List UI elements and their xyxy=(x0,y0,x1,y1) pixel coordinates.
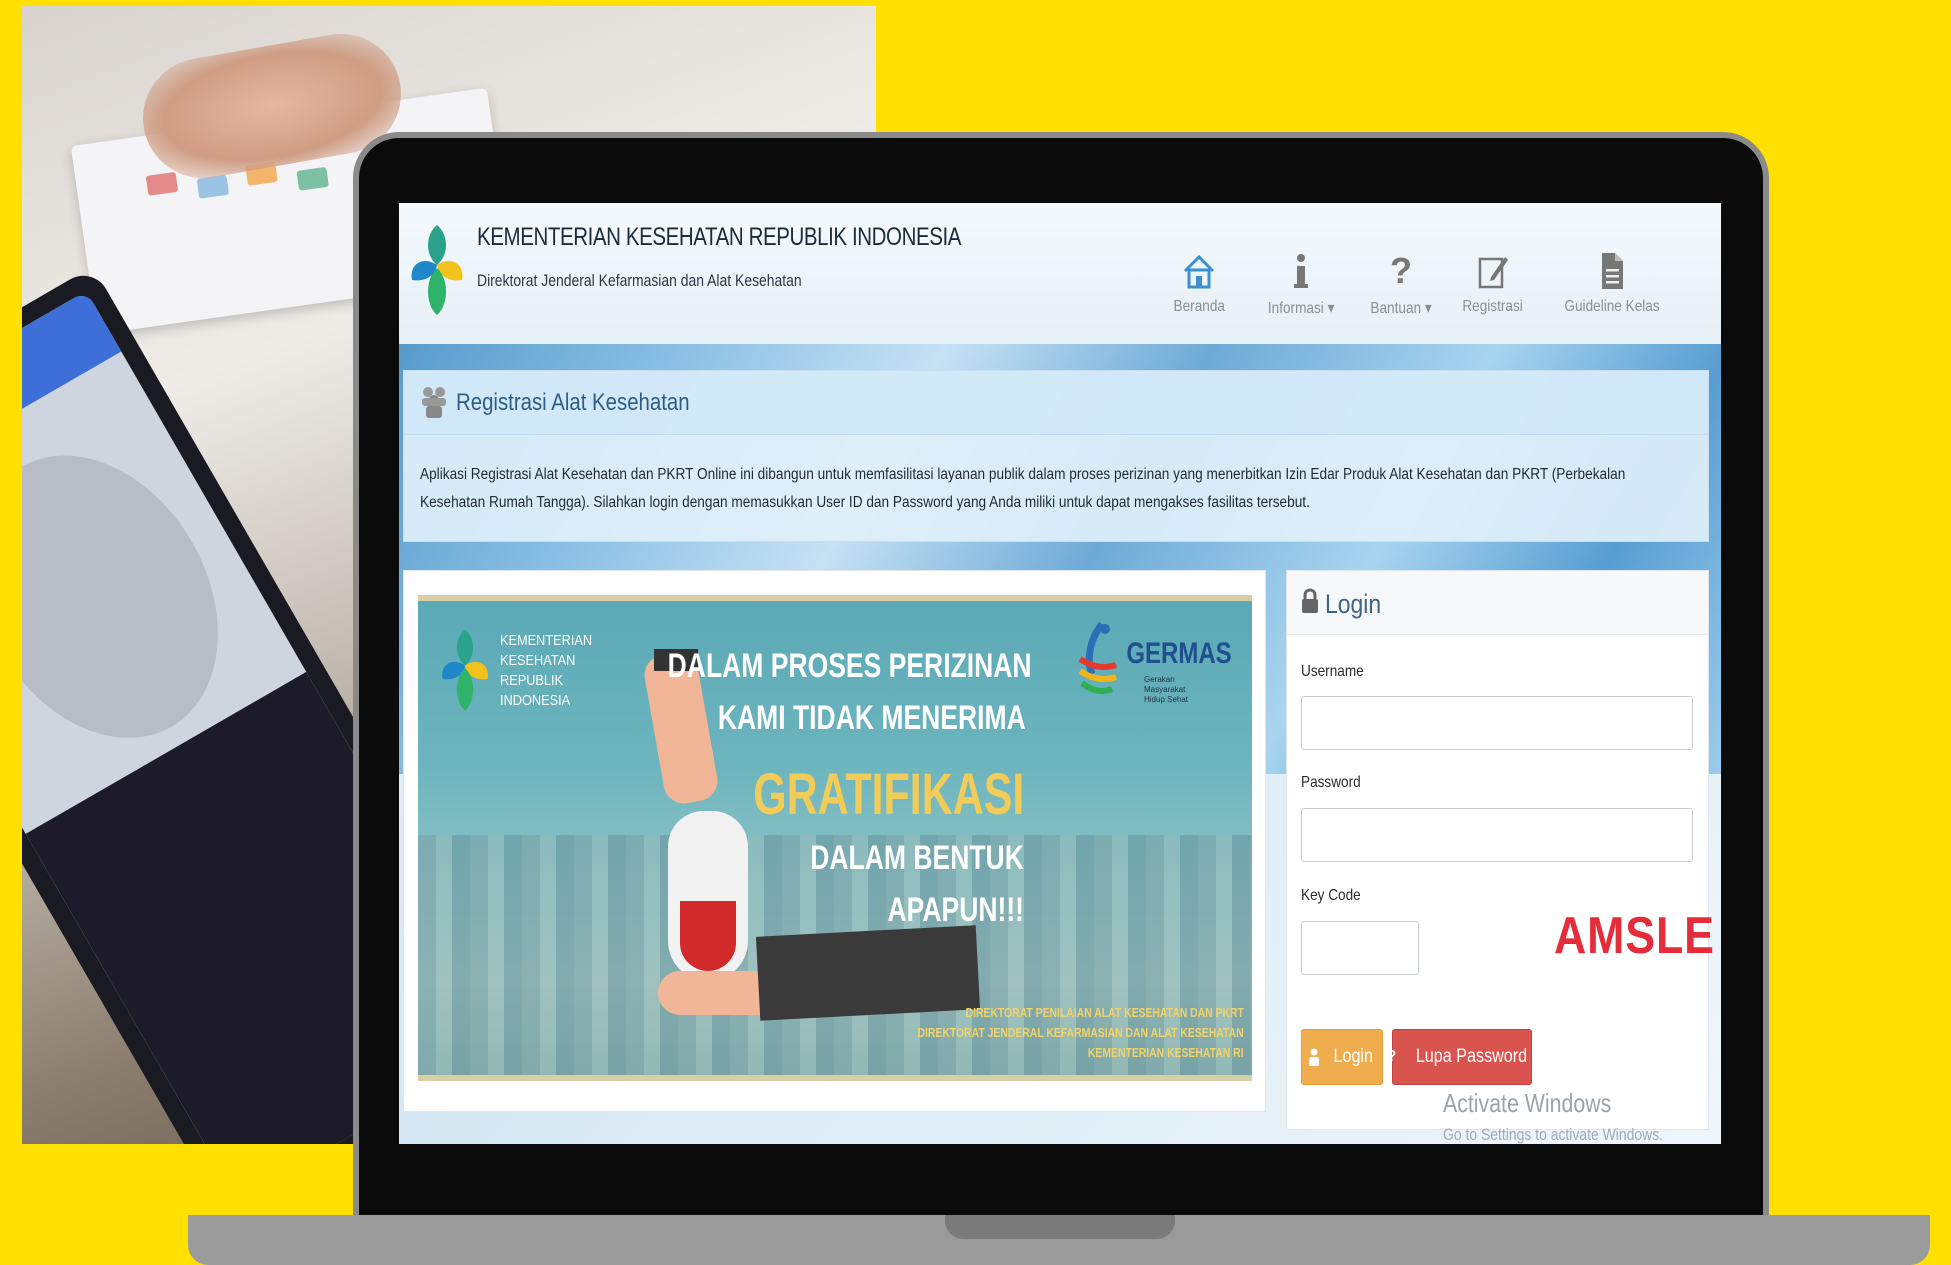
org-subtitle: Direktorat Jenderal Kefarmasian dan Alat… xyxy=(477,271,802,290)
user-icon xyxy=(1308,1048,1319,1066)
keycode-label: Key Code xyxy=(1301,887,1361,904)
poster-line-3: GRATIFIKASI xyxy=(752,762,1024,827)
forgot-password-label: Lupa Password xyxy=(1416,1046,1528,1067)
keycode-input[interactable] xyxy=(1301,921,1419,975)
windows-watermark-title: Activate Windows xyxy=(1443,1088,1612,1118)
login-title: Login xyxy=(1325,589,1382,619)
nav-guideline-label: Guideline Kelas xyxy=(1564,298,1660,315)
poster-footer-3: KEMENTERIAN KESEHATAN RI xyxy=(1088,1045,1244,1060)
intro-text: Aplikasi Registrasi Alat Kesehatan dan P… xyxy=(420,466,1626,511)
home-icon xyxy=(1184,254,1215,289)
org-title: KEMENTERIAN KESEHATAN REPUBLIK INDONESIA xyxy=(477,223,962,251)
nav-help-label: Bantuan ▾ xyxy=(1370,300,1432,317)
nav-info[interactable]: Informasi ▾ xyxy=(1262,248,1340,318)
forgot-password-button[interactable]: ? Lupa Password xyxy=(1387,1029,1532,1085)
poster-line-2: KAMI TIDAK MENERIMA xyxy=(718,699,1026,737)
intro-panel: Registrasi Alat Kesehatan Aplikasi Regis… xyxy=(403,370,1709,542)
nav-help[interactable]: ? Bantuan ▾ xyxy=(1365,248,1437,318)
germas-title: GERMAS xyxy=(1126,637,1232,670)
money-sack-red xyxy=(680,901,736,971)
poster-ministry-name: KEMENTERIAN KESEHATAN REPUBLIK INDONESIA xyxy=(500,632,593,709)
page-title: Registrasi Alat Kesehatan xyxy=(456,389,690,416)
question-icon: ? xyxy=(1387,1048,1396,1065)
nav-home[interactable]: Beranda xyxy=(1169,248,1230,316)
captcha-image: AMSLE xyxy=(1554,907,1715,965)
nav-register-label: Registrasi xyxy=(1462,298,1523,315)
poster-line-4: DALAM BENTUK xyxy=(810,839,1024,877)
intro-header: Registrasi Alat Kesehatan xyxy=(404,371,1708,435)
poster-line-5: APAPUN!!! xyxy=(887,891,1024,929)
document-icon xyxy=(1602,253,1624,289)
kemenkes-poster-logo xyxy=(442,629,488,711)
anti-gratification-poster: KEMENTERIAN KESEHATAN REPUBLIK INDONESIA… xyxy=(418,595,1252,1081)
kemenkes-logo xyxy=(411,225,463,315)
password-input[interactable] xyxy=(1301,808,1693,862)
nav-register[interactable]: Registrasi xyxy=(1457,248,1528,316)
username-input[interactable] xyxy=(1301,696,1693,750)
poster-footer-1: DIREKTORAT PENILAIAN ALAT KESEHATAN DAN … xyxy=(965,1005,1244,1020)
windows-watermark-subtitle: Go to Settings to activate Windows. xyxy=(1443,1125,1664,1144)
users-icon xyxy=(422,387,446,418)
sleeve-image xyxy=(755,925,981,1021)
laptop-notch xyxy=(945,1215,1175,1239)
login-button-label: Login xyxy=(1333,1046,1373,1067)
login-panel: Login Username Password Key Code AMSLE L… xyxy=(1286,570,1714,1130)
poster-line-1: DALAM PROSES PERIZINAN xyxy=(668,647,1032,685)
app-header: KEMENTERIAN KESEHATAN REPUBLIK INDONESIA… xyxy=(399,203,1721,344)
poster-container: KEMENTERIAN KESEHATAN REPUBLIK INDONESIA… xyxy=(403,570,1266,1112)
login-button[interactable]: Login xyxy=(1301,1029,1383,1085)
password-label: Password xyxy=(1301,774,1361,791)
germas-logo xyxy=(1078,621,1117,694)
login-header: Login xyxy=(1287,571,1708,635)
question-icon: ? xyxy=(1390,250,1413,291)
poster-footer-2: DIREKTORAT JENDERAL KEFARMASIAN DAN ALAT… xyxy=(917,1025,1244,1040)
lock-icon xyxy=(1302,588,1318,613)
edit-icon xyxy=(1478,257,1508,289)
nav-home-label: Beranda xyxy=(1173,298,1225,315)
laptop-screen: KEMENTERIAN KESEHATAN REPUBLIK INDONESIA… xyxy=(399,203,1721,1144)
info-icon xyxy=(1294,254,1309,288)
germas-subtitle: Gerakan Masyarakat Hidup Sehat xyxy=(1144,675,1189,704)
nav-info-label: Informasi ▾ xyxy=(1267,300,1335,317)
nav-guideline[interactable]: Guideline Kelas xyxy=(1556,248,1668,316)
username-label: Username xyxy=(1301,663,1364,680)
